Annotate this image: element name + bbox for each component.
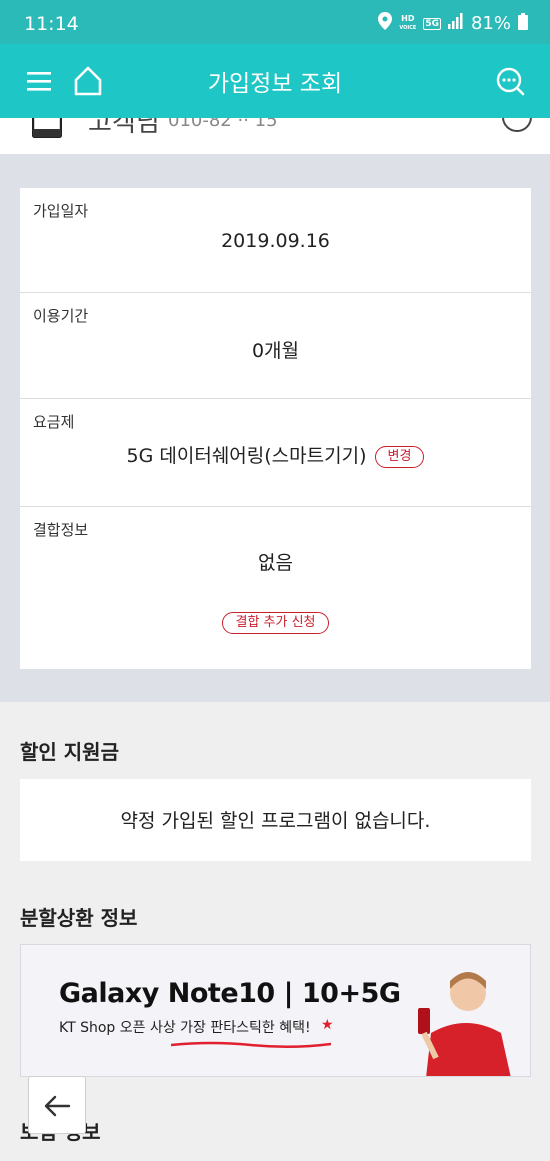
bundle-apply-wrap: 결합 추가 신청 (20, 611, 531, 634)
hd-label: HD (401, 14, 415, 23)
battery-icon (518, 12, 528, 35)
location-icon (378, 12, 393, 35)
subscription-info-card: 가입일자 2019.09.16 이용기간 0개월 요금제 5G 데이터쉐어링(스… (20, 188, 531, 669)
chat-search-icon[interactable] (494, 64, 528, 98)
subscription-info-section: 가입일자 2019.09.16 이용기간 0개월 요금제 5G 데이터쉐어링(스… (0, 154, 550, 702)
join-date-label: 가입일자 (33, 202, 89, 220)
line-phone-number: 010-82 ·· 15 (168, 118, 278, 131)
status-icons: HD VOICE 5G 81% (378, 12, 528, 35)
back-arrow-icon (44, 1095, 71, 1117)
discount-empty-text: 약정 가입된 할인 프로그램이 없습니다. (120, 810, 431, 832)
usage-period-row: 이용기간 0개월 (20, 293, 531, 399)
banner-subline: KT Shop 오픈 사상 가장 판타스틱한 혜택! (59, 1020, 311, 1036)
page-title: 가입정보 조회 (207, 71, 343, 97)
tablet-device-icon (31, 118, 63, 142)
join-date-value: 2019.09.16 (221, 230, 330, 252)
usage-period-label: 이용기간 (33, 307, 89, 325)
star-icon: ★ (321, 1017, 334, 1033)
plan-label: 요금제 (33, 413, 75, 431)
bundle-apply-button[interactable]: 결합 추가 신청 (222, 612, 329, 634)
line-selector-item[interactable]: 고객님 010-82 ·· 15 (0, 118, 550, 154)
plan-value-wrap: 5G 데이터쉐어링(스마트기기) 변경 (20, 441, 531, 468)
banner-underline-decoration (171, 1041, 331, 1049)
network-5g-icon: 5G (423, 17, 441, 30)
plan-row: 요금제 5G 데이터쉐어링(스마트기기) 변경 (20, 399, 531, 507)
hd-voice-icon: HD VOICE (399, 15, 416, 32)
signal-icon (447, 13, 464, 34)
bundle-label: 결합정보 (33, 521, 89, 539)
status-bar: 11:14 HD VOICE 5G 81% (0, 0, 550, 44)
status-time: 11:14 (24, 13, 79, 35)
bundle-value: 없음 (258, 552, 293, 574)
galaxy-note10-promo-banner[interactable]: Galaxy Note10 | 10+5G KT Shop 오픈 사상 가장 판… (20, 944, 531, 1077)
app-header: 가입정보 조회 (0, 44, 550, 118)
line-select-radio[interactable] (502, 118, 532, 132)
join-date-row: 가입일자 2019.09.16 (20, 188, 531, 293)
plan-value: 5G 데이터쉐어링(스마트기기) (126, 445, 367, 467)
banner-headline: Galaxy Note10 | 10+5G (59, 978, 401, 1009)
back-button[interactable] (28, 1076, 86, 1134)
promo-model-image (406, 963, 526, 1076)
usage-period-value: 0개월 (251, 340, 300, 362)
battery-percent: 81% (470, 13, 511, 34)
installment-section-title: 분할상환 정보 (20, 906, 138, 930)
discount-section-title: 할인 지원금 (20, 740, 119, 764)
voice-label: VOICE (399, 25, 417, 31)
bundle-row: 결합정보 없음 결합 추가 신청 (20, 507, 531, 669)
line-owner-name: 고객님 (88, 118, 160, 138)
plan-change-button[interactable]: 변경 (374, 446, 425, 468)
discount-empty-box: 약정 가입된 할인 프로그램이 없습니다. (20, 779, 531, 861)
